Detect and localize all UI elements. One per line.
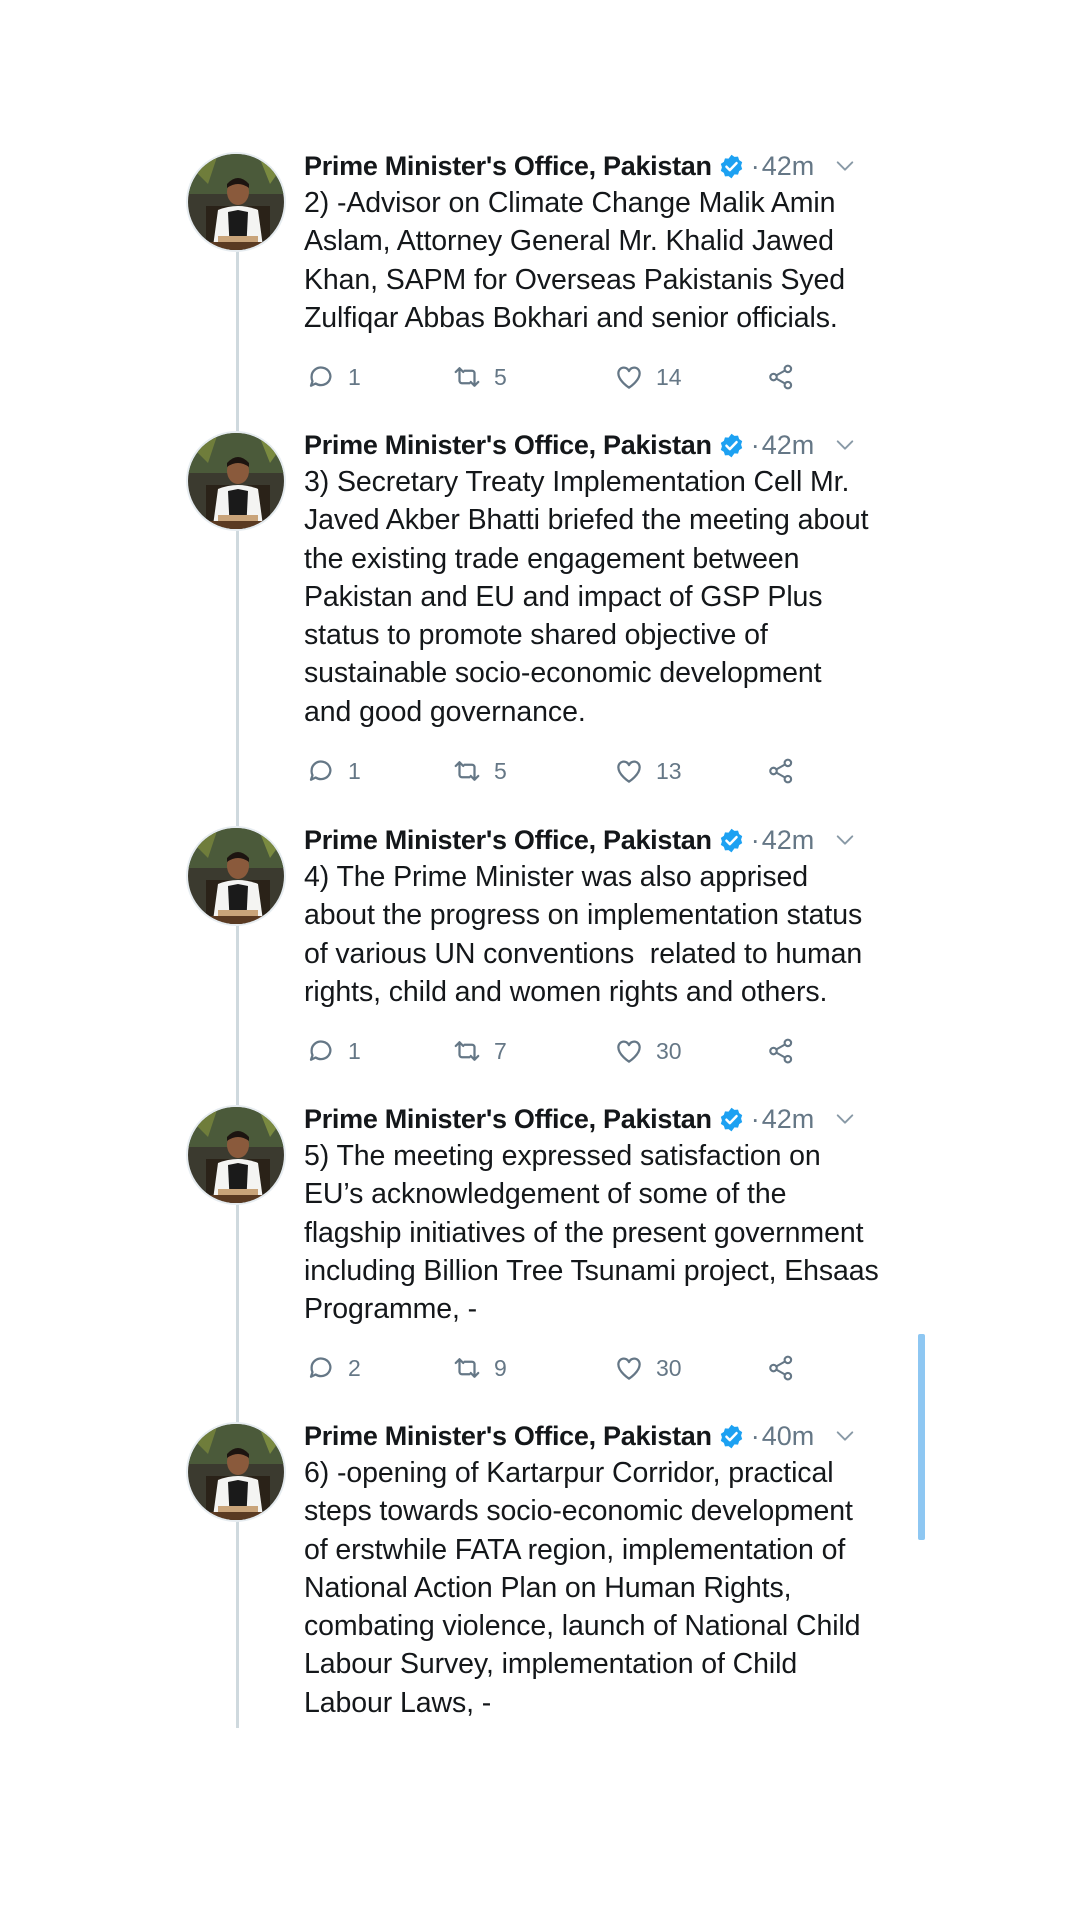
reply-count: 1 <box>348 363 361 390</box>
tweet-text: 2) -Advisor on Climate Change Malik Amin… <box>304 187 846 334</box>
retweet-icon <box>454 1041 480 1062</box>
tweet-text: 3) Secretary Treaty Implementation Cell … <box>304 466 869 728</box>
avatar[interactable] <box>186 1105 286 1205</box>
tweet-text: 6) -opening of Kartarpur Corridor, pract… <box>304 1457 861 1719</box>
verified-badge-icon <box>720 433 742 457</box>
avatar[interactable] <box>186 431 286 531</box>
tweet-timestamp[interactable]: 42m <box>762 825 815 856</box>
tweet-text: 5) The meeting expressed satisfaction on… <box>304 1140 879 1326</box>
avatar[interactable] <box>186 1422 286 1522</box>
chevron-down-icon[interactable] <box>834 434 856 456</box>
chevron-down-icon[interactable] <box>834 1425 856 1447</box>
like-icon <box>617 760 641 783</box>
retweet-button[interactable]: 7 <box>452 1033 507 1069</box>
tweet-actions: 1 5 14 <box>304 359 924 395</box>
retweet-icon <box>454 367 480 388</box>
chevron-down-icon[interactable] <box>834 829 856 851</box>
share-button[interactable] <box>766 1350 796 1386</box>
tweet-timestamp[interactable]: 40m <box>762 1421 815 1452</box>
reply-icon <box>309 1040 332 1062</box>
like-button[interactable]: 30 <box>614 1033 682 1069</box>
author-name[interactable]: Prime Minister's Office, Pakistan <box>304 1104 712 1135</box>
tweet-timestamp[interactable]: 42m <box>762 430 815 461</box>
tweet-timestamp[interactable]: 42m <box>762 151 815 182</box>
like-button[interactable]: 14 <box>614 359 682 395</box>
like-count: 30 <box>656 1354 682 1381</box>
share-icon <box>769 758 793 784</box>
retweet-count: 9 <box>494 1354 507 1381</box>
scrollbar[interactable] <box>918 1334 925 1540</box>
verified-badge-icon <box>720 154 742 178</box>
retweet-count: 5 <box>494 757 507 784</box>
like-count: 13 <box>656 757 682 784</box>
like-icon <box>617 1040 641 1063</box>
author-name[interactable]: Prime Minister's Office, Pakistan <box>304 430 712 461</box>
reply-count: 1 <box>348 757 361 784</box>
separator-dot: · <box>750 429 760 460</box>
tweet-text: 4) The Prime Minister was also apprised … <box>304 861 863 1008</box>
reply-icon <box>309 1357 332 1379</box>
author-name[interactable]: Prime Minister's Office, Pakistan <box>304 1421 712 1452</box>
reply-button[interactable]: 1 <box>306 753 361 789</box>
verified-badge-icon <box>720 1424 742 1448</box>
like-count: 14 <box>656 363 682 390</box>
author-name[interactable]: Prime Minister's Office, Pakistan <box>304 825 712 856</box>
share-icon <box>769 1356 793 1381</box>
tweet-actions: 1 7 30 <box>304 1033 924 1069</box>
verified-badge-icon <box>720 1107 742 1131</box>
tweet-actions: 2 9 30 <box>304 1350 924 1386</box>
share-icon <box>769 364 793 390</box>
separator-dot: · <box>750 1103 760 1134</box>
reply-button[interactable]: 1 <box>306 359 361 395</box>
avatar[interactable] <box>186 826 286 926</box>
like-icon <box>617 366 641 389</box>
retweet-button[interactable]: 5 <box>452 359 507 395</box>
reply-count: 1 <box>348 1037 361 1064</box>
retweet-button[interactable]: 9 <box>452 1350 507 1386</box>
like-count: 30 <box>656 1037 682 1064</box>
retweet-button[interactable]: 5 <box>452 753 507 789</box>
reply-button[interactable]: 2 <box>306 1350 361 1386</box>
avatar[interactable] <box>186 152 286 252</box>
share-button[interactable] <box>766 1033 796 1069</box>
chevron-down-icon[interactable] <box>834 1108 856 1130</box>
verified-badge-icon <box>720 828 742 852</box>
reply-button[interactable]: 1 <box>306 1033 361 1069</box>
reply-icon <box>309 366 332 388</box>
tweet-actions: 1 5 13 <box>304 753 924 789</box>
author-name[interactable]: Prime Minister's Office, Pakistan <box>304 151 712 182</box>
separator-dot: · <box>750 1420 760 1451</box>
tweet-timestamp[interactable]: 42m <box>762 1104 815 1135</box>
separator-dot: · <box>750 150 760 181</box>
chevron-down-icon[interactable] <box>834 155 856 177</box>
reply-icon <box>309 760 332 781</box>
retweet-count: 5 <box>494 363 507 390</box>
reply-count: 2 <box>348 1354 361 1381</box>
like-button[interactable]: 13 <box>614 753 682 789</box>
share-button[interactable] <box>766 359 796 395</box>
like-icon <box>617 1357 641 1381</box>
retweet-count: 7 <box>494 1037 507 1064</box>
share-icon <box>769 1038 793 1064</box>
share-button[interactable] <box>766 753 796 789</box>
like-button[interactable]: 30 <box>614 1350 682 1386</box>
retweet-icon <box>454 761 480 781</box>
retweet-icon <box>454 1358 480 1379</box>
separator-dot: · <box>750 824 760 855</box>
